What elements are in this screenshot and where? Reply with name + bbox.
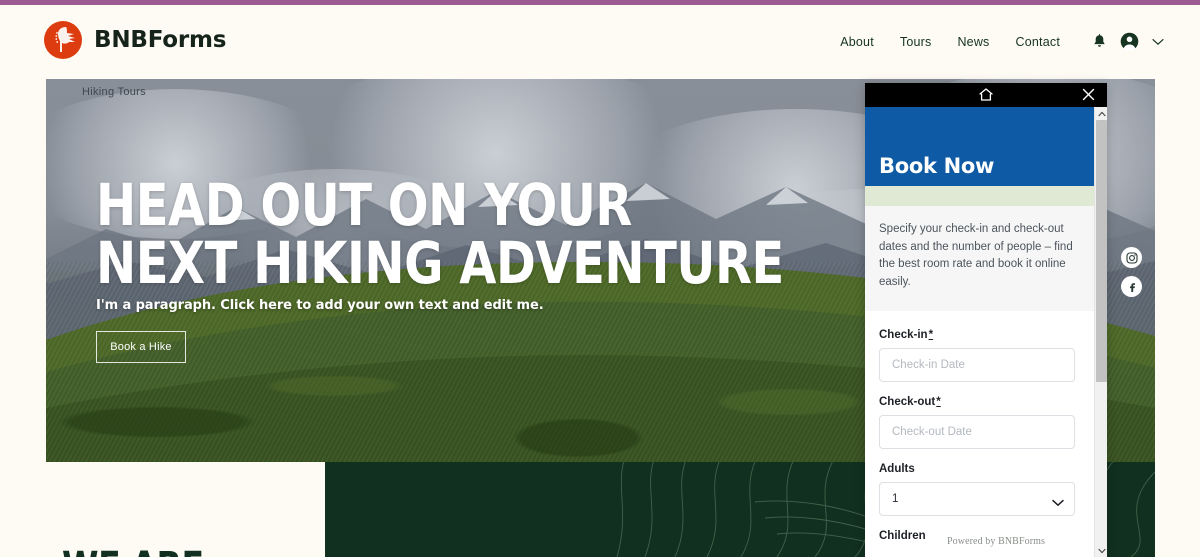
widget-description: Specify your check-in and check-out date…	[865, 206, 1094, 311]
hero-paragraph: I'm a paragraph. Click here to add your …	[96, 298, 544, 313]
logo-figure-glyph	[55, 27, 75, 52]
hero-title-line-1: HEAD OUT ON YOUR	[96, 171, 632, 239]
checkin-required-marker: *	[928, 329, 934, 341]
widget-scrollbar[interactable]	[1094, 107, 1107, 557]
nav-item-news[interactable]: News	[957, 35, 989, 49]
widget-accent-strip	[865, 186, 1094, 206]
adults-select-wrapper: 1	[879, 482, 1075, 516]
nav-item-contact[interactable]: Contact	[1016, 35, 1060, 49]
scroll-down-arrow-icon[interactable]	[1095, 544, 1107, 557]
hero-title-line-2: NEXT HIKING ADVENTURE	[96, 229, 784, 297]
bnbforms-logo-icon	[44, 21, 82, 59]
adults-label: Adults	[879, 463, 915, 475]
widget-title: Book Now	[879, 154, 995, 178]
widget-titlebar	[865, 83, 1107, 107]
widget-hero: Book Now	[865, 107, 1094, 186]
booking-form: Check-in* Check-out* Adults 1	[865, 311, 1094, 542]
brand-name: BNBForms	[94, 27, 227, 53]
checkin-label-text: Check-in	[879, 329, 928, 341]
bell-icon[interactable]	[1092, 33, 1107, 50]
nav-icon-group	[1092, 32, 1164, 51]
site-header: BNBForms About Tours News Contact	[0, 5, 1200, 73]
brand[interactable]: BNBForms	[44, 21, 226, 59]
checkin-date-input[interactable]	[879, 348, 1075, 382]
chevron-down-icon[interactable]	[1152, 38, 1164, 46]
hero-title: HEAD OUT ON YOUR NEXT HIKING ADVENTURE	[96, 176, 784, 292]
checkout-date-input[interactable]	[879, 415, 1075, 449]
hero-eyebrow: Hiking Tours	[82, 86, 146, 98]
nav-item-tours[interactable]: Tours	[900, 35, 932, 49]
facebook-icon[interactable]	[1121, 276, 1142, 297]
close-icon[interactable]	[1082, 88, 1095, 106]
user-avatar-icon[interactable]	[1120, 32, 1139, 51]
powered-by-label: Powered by BNBForms	[947, 536, 1046, 547]
scrollbar-thumb[interactable]	[1096, 120, 1107, 382]
social-rail	[1121, 247, 1142, 297]
widget-body: Book Now Specify your check-in and check…	[865, 107, 1094, 557]
main-nav: About Tours News Contact	[840, 32, 1164, 51]
page-root: BNBForms About Tours News Contact Hiking…	[0, 0, 1200, 557]
nav-item-about[interactable]: About	[840, 35, 874, 49]
checkout-required-marker: *	[936, 396, 941, 408]
instagram-icon[interactable]	[1121, 247, 1142, 268]
checkout-label: Check-out*	[879, 396, 1080, 408]
home-icon[interactable]	[978, 87, 994, 107]
lower-section-heading: WE ARE	[62, 547, 204, 557]
booking-widget: Book Now Specify your check-in and check…	[865, 83, 1107, 557]
scroll-up-arrow-icon[interactable]	[1095, 107, 1107, 120]
checkin-label: Check-in*	[879, 329, 1080, 341]
adults-select[interactable]: 1	[879, 482, 1075, 516]
checkout-label-text: Check-out	[879, 396, 936, 408]
book-a-hike-button[interactable]: Book a Hike	[96, 331, 186, 363]
